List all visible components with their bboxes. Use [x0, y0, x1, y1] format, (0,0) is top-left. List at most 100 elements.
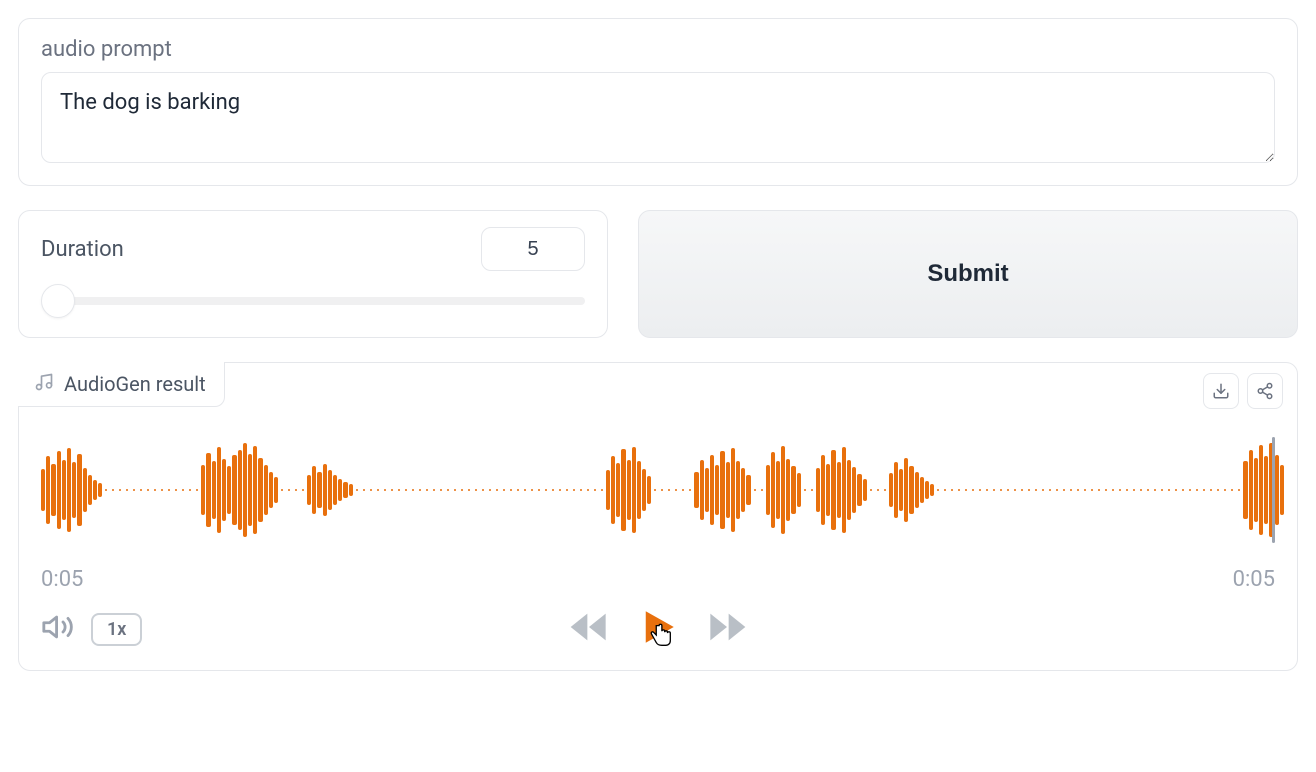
waveform-dot — [461, 489, 463, 491]
waveform-dot — [168, 489, 170, 491]
waveform-dot — [419, 489, 421, 491]
waveform-dot — [1126, 489, 1128, 491]
waveform-bar — [889, 473, 893, 507]
result-tab: AudioGen result — [18, 362, 225, 407]
waveform-dot — [133, 489, 135, 491]
waveform-dot — [405, 489, 407, 491]
waveform-bar — [1243, 461, 1247, 519]
download-button[interactable] — [1203, 373, 1239, 409]
waveform-bar — [831, 450, 835, 530]
waveform-bar — [920, 477, 924, 503]
duration-input[interactable] — [481, 227, 585, 271]
waveform-dot — [175, 489, 177, 491]
waveform-dot — [877, 489, 879, 491]
waveform-dot — [1147, 489, 1149, 491]
waveform-dot — [1203, 489, 1205, 491]
waveform-dot — [804, 489, 806, 491]
waveform-dot — [754, 489, 756, 491]
waveform-dot — [594, 489, 596, 491]
waveform-bar — [611, 456, 615, 524]
waveform-dot — [654, 489, 656, 491]
play-button[interactable] — [637, 606, 679, 652]
waveform-dot — [1084, 489, 1086, 491]
waveform-dot — [384, 489, 386, 491]
waveform-dot — [1014, 489, 1016, 491]
waveform-bar — [930, 484, 934, 496]
waveform-dot — [356, 489, 358, 491]
waveform-dot — [119, 489, 121, 491]
player-controls: 1x — [19, 592, 1297, 670]
waveform-dot — [1238, 489, 1240, 491]
waveform-bar — [307, 475, 311, 505]
waveform-dot — [482, 489, 484, 491]
waveform[interactable] — [41, 435, 1275, 545]
speed-button[interactable]: 1x — [91, 613, 142, 646]
waveform-bar — [238, 450, 242, 530]
waveform-dot — [761, 489, 763, 491]
waveform-dot — [154, 489, 156, 491]
waveform-dot — [1168, 489, 1170, 491]
waveform-bar — [1275, 455, 1279, 525]
waveform-dot — [1140, 489, 1142, 491]
prompt-input[interactable] — [41, 72, 1275, 163]
waveform-bar — [1254, 458, 1258, 522]
waveform-bar — [715, 465, 719, 515]
waveform-bar — [736, 461, 740, 519]
waveform-bar — [771, 452, 775, 528]
waveform-dot — [1231, 489, 1233, 491]
duration-slider[interactable] — [41, 289, 585, 313]
waveform-dot — [601, 489, 603, 491]
waveform-dot — [944, 489, 946, 491]
rewind-icon — [569, 610, 609, 644]
waveform-dot — [587, 489, 589, 491]
waveform-dot — [811, 489, 813, 491]
waveform-dot — [979, 489, 981, 491]
waveform-dot — [1196, 489, 1198, 491]
waveform-dot — [675, 489, 677, 491]
waveform-bar — [904, 458, 908, 522]
waveform-bar — [842, 447, 846, 533]
waveform-bar — [328, 470, 332, 510]
waveform-bar — [863, 479, 867, 501]
waveform-dot — [538, 489, 540, 491]
waveform-bar — [41, 469, 45, 511]
waveform-dot — [965, 489, 967, 491]
waveform-dot — [689, 489, 691, 491]
waveform-bar — [642, 469, 646, 511]
waveform-dot — [1028, 489, 1030, 491]
waveform-dot — [1224, 489, 1226, 491]
waveform-dot — [161, 489, 163, 491]
waveform-dot — [524, 489, 526, 491]
share-icon — [1256, 382, 1274, 400]
speaker-icon — [41, 610, 75, 644]
rewind-button[interactable] — [569, 610, 609, 648]
result-tab-label: AudioGen result — [64, 372, 206, 396]
waveform-bar — [746, 475, 750, 505]
waveform-dot — [1049, 489, 1051, 491]
play-icon — [637, 606, 679, 648]
waveform-bar — [317, 472, 321, 508]
waveform-dot — [1056, 489, 1058, 491]
waveform-bar — [274, 477, 278, 503]
submit-button[interactable]: Submit — [638, 210, 1298, 338]
waveform-playhead[interactable] — [1272, 437, 1275, 543]
share-button[interactable] — [1247, 373, 1283, 409]
waveform-dot — [475, 489, 477, 491]
slider-thumb[interactable] — [41, 284, 75, 318]
duration-label: Duration — [41, 237, 124, 262]
waveform-dot — [1112, 489, 1114, 491]
waveform-dot — [1042, 489, 1044, 491]
waveform-dot — [531, 489, 533, 491]
waveform-dot — [1154, 489, 1156, 491]
forward-button[interactable] — [707, 610, 747, 648]
waveform-bar — [720, 451, 724, 529]
waveform-dot — [433, 489, 435, 491]
waveform-dot — [884, 489, 886, 491]
duration-panel: Duration — [18, 210, 608, 338]
waveform-bar — [227, 466, 231, 514]
waveform-bar — [72, 462, 76, 518]
waveform-bar — [312, 466, 316, 514]
waveform-dot — [1000, 489, 1002, 491]
waveform-dot — [682, 489, 684, 491]
volume-button[interactable] — [41, 610, 75, 648]
